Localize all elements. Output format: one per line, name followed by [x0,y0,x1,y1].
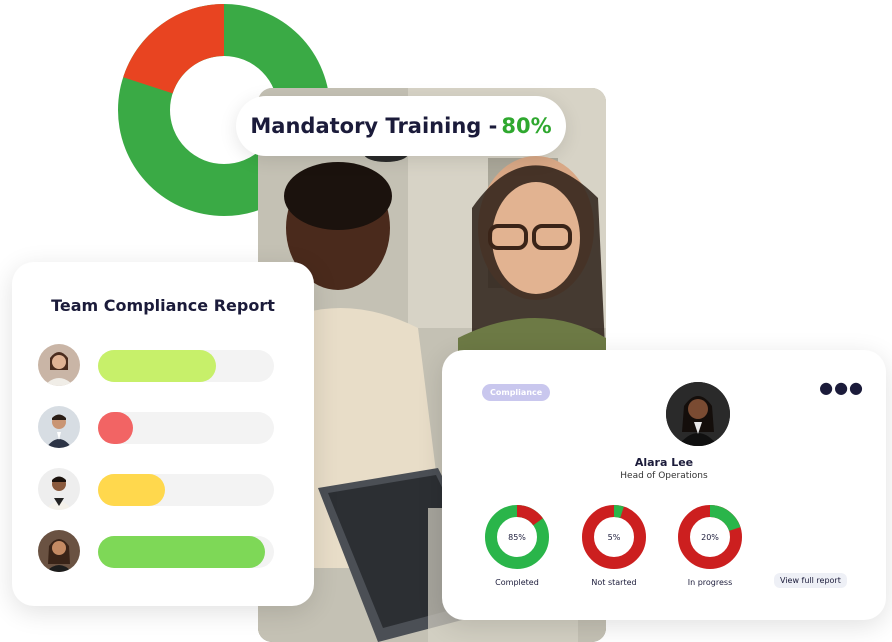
progress-track [98,536,274,568]
svg-text:5%: 5% [608,533,621,542]
more-horizontal-icon[interactable]: ●●● [819,378,864,397]
profile-role: Head of Operations [620,471,708,481]
progress-fill [98,536,266,568]
team-row[interactable] [38,530,288,574]
stat-donut-completed: 85% [485,505,549,569]
stat-label-completed: Completed [495,578,539,587]
avatar-man-2 [38,468,80,510]
team-row[interactable] [38,406,288,450]
avatar-woman-2 [38,530,80,572]
profile-compliance-card: Compliance ●●● Alara Lee Head of Operati… [442,350,886,620]
progress-track [98,412,274,444]
compliance-badge[interactable]: Compliance [482,384,551,401]
team-compliance-card: Team Compliance Report [12,262,314,606]
profile-avatar [666,382,730,446]
profile-name: Alara Lee [634,456,694,469]
stat-donut-not-started: 5% [582,505,646,569]
stat-label-in-progress: In progress [687,578,733,587]
progress-fill [98,350,216,382]
banner-label: Mandatory Training - [250,114,498,138]
mandatory-training-banner: Mandatory Training - 80% [236,96,566,156]
team-row[interactable] [38,344,288,388]
progress-track [98,474,274,506]
donut-remaining [123,4,226,95]
stat-label-not-started: Not started [591,578,637,587]
view-full-report-button[interactable]: View full report [774,573,847,588]
svg-text:85%: 85% [508,533,526,542]
avatar-woman-1 [38,344,80,386]
avatar-man-1 [38,406,80,448]
stat-donut-in-progress: 20% [678,505,742,569]
svg-text:20%: 20% [701,533,719,542]
banner-percent: 80% [501,114,552,138]
progress-track [98,350,274,382]
team-report-title: Team Compliance Report [51,296,275,315]
progress-fill [98,474,165,506]
progress-fill [98,412,134,444]
team-row[interactable] [38,468,288,512]
